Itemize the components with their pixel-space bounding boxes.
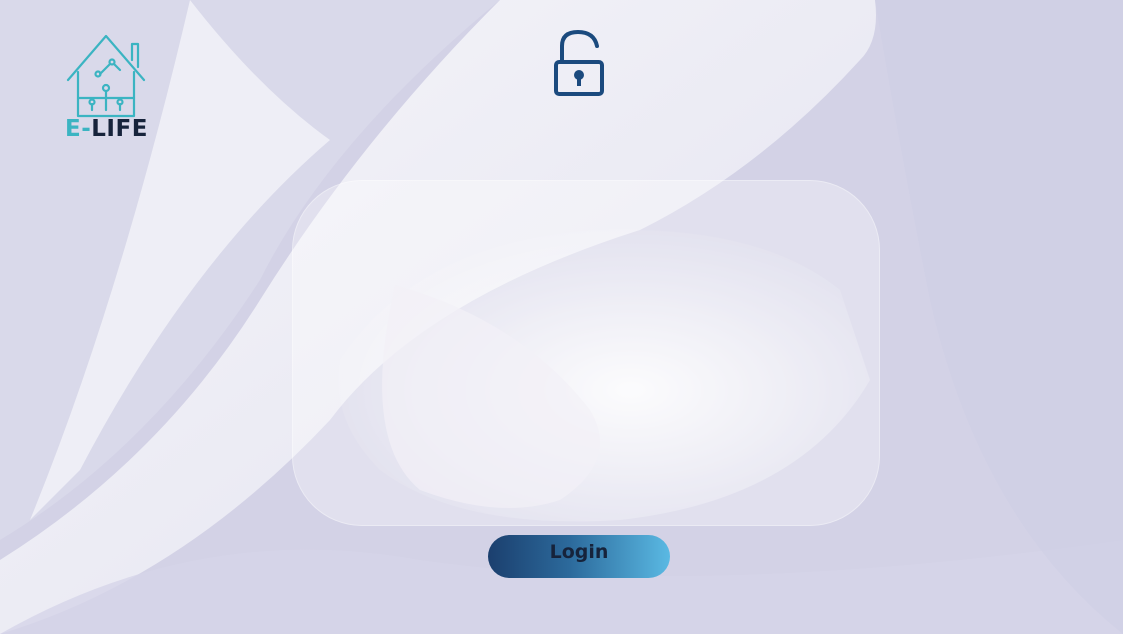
brand-name-suffix: LIFE (91, 116, 148, 142)
login-form-card (292, 180, 880, 526)
unlocked-padlock-icon (554, 30, 604, 96)
login-button[interactable]: Login (488, 535, 670, 578)
brand-name-prefix: E- (65, 116, 92, 142)
brand-logo: E-LIFE (62, 32, 150, 152)
login-button-label: Login (549, 541, 609, 563)
brand-name: E-LIFE (65, 118, 148, 141)
login-screen: E-LIFE Login (0, 0, 1123, 634)
smart-home-icon (66, 34, 146, 118)
